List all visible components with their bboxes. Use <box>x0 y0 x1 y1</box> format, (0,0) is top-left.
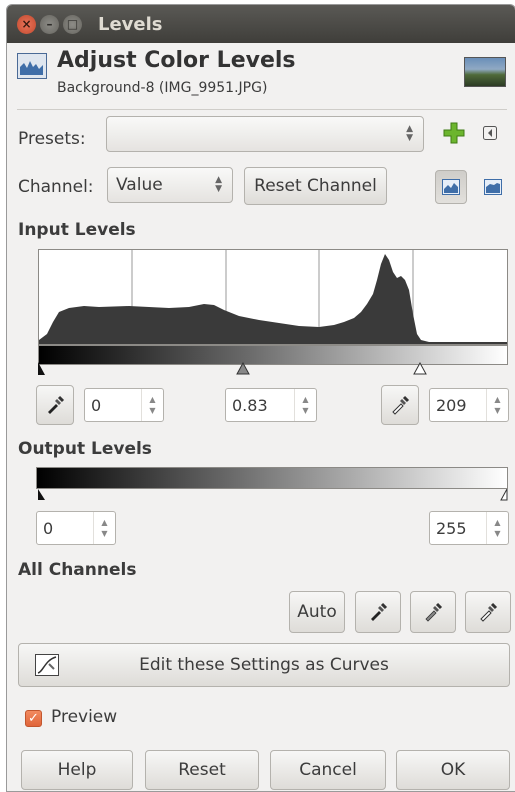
high-input-value: 209 <box>436 395 467 415</box>
ok-button[interactable]: OK <box>396 750 510 790</box>
low-output-value: 0 <box>43 518 54 538</box>
high-output-value: 255 <box>436 518 467 538</box>
pick-black-point-button[interactable] <box>36 385 74 425</box>
maximize-window-icon[interactable]: □ <box>63 14 82 34</box>
input-level-handles <box>38 361 427 375</box>
levels-dialog: × – □ Levels Adjust Color Levels Backgro… <box>6 4 515 792</box>
spinner-arrows-icon[interactable]: ▲ ▼ <box>141 389 163 421</box>
channel-combo[interactable]: Value ▲ ▼ <box>107 167 233 203</box>
image-name: Background-8 (IMG_9951.JPG) <box>57 80 268 96</box>
spinner-arrows-icon[interactable]: ▲ ▼ <box>486 389 508 421</box>
white-eyedropper-icon <box>392 395 410 415</box>
output-levels-heading: Output Levels <box>18 439 152 459</box>
gray-eyedropper-icon <box>425 602 443 622</box>
edit-as-curves-label: Edit these Settings as Curves <box>139 655 389 675</box>
add-preset-icon[interactable] <box>443 122 465 144</box>
combo-arrows-icon: ▲ ▼ <box>215 175 222 194</box>
preview-checkbox[interactable]: ✓ <box>25 710 42 727</box>
minimize-window-icon[interactable]: – <box>40 14 59 34</box>
pick-white-all-button[interactable] <box>465 591 511 633</box>
pick-white-point-button[interactable] <box>381 385 419 425</box>
black-eyedropper-icon <box>48 395 65 414</box>
output-level-handles <box>38 489 508 501</box>
logarithmic-histogram-icon <box>484 179 502 195</box>
cancel-button[interactable]: Cancel <box>270 750 386 790</box>
reset-channel-button[interactable]: Reset Channel <box>244 167 387 205</box>
white-point-handle-icon <box>413 361 427 375</box>
channel-value: Value <box>116 175 163 195</box>
curves-icon <box>35 654 59 676</box>
high-output-spinner[interactable]: 255 ▲ ▼ <box>429 511 509 545</box>
edit-as-curves-button[interactable]: Edit these Settings as Curves <box>18 643 510 687</box>
all-channels-heading: All Channels <box>18 560 137 580</box>
low-input-value: 0 <box>91 395 102 415</box>
black-point-handle-icon <box>38 362 45 375</box>
presets-label: Presets: <box>18 129 86 149</box>
image-thumbnail <box>464 57 506 87</box>
levels-icon <box>17 53 47 79</box>
spinner-arrows-icon[interactable]: ▲ ▼ <box>93 512 115 544</box>
high-input-spinner[interactable]: 209 ▲ ▼ <box>429 388 509 422</box>
spinner-arrows-icon[interactable]: ▲ ▼ <box>486 512 508 544</box>
input-levels-heading: Input Levels <box>18 220 136 240</box>
output-high-handle-icon <box>500 489 508 501</box>
linear-histogram-button[interactable] <box>435 170 467 204</box>
histogram-plot <box>39 250 507 344</box>
pick-gray-all-button[interactable] <box>410 591 456 633</box>
reset-button[interactable]: Reset <box>145 750 259 790</box>
preview-label: Preview <box>51 707 118 727</box>
linear-histogram-icon <box>442 179 460 195</box>
combo-arrows-icon: ▲ ▼ <box>406 124 413 143</box>
histogram <box>38 249 508 345</box>
white-eyedropper-icon <box>480 602 498 622</box>
window-title: Levels <box>98 13 163 35</box>
channel-label: Channel: <box>18 177 94 197</box>
spinner-arrows-icon[interactable]: ▲ ▼ <box>294 389 316 421</box>
output-low-handle-icon <box>38 489 45 500</box>
presets-menu-icon[interactable] <box>483 126 497 140</box>
output-levels-gradient <box>36 467 508 489</box>
help-button[interactable]: Help <box>21 750 133 790</box>
gamma-spinner[interactable]: 0.83 ▲ ▼ <box>225 388 317 422</box>
pick-black-all-button[interactable] <box>355 591 401 633</box>
gamma-value: 0.83 <box>232 395 268 415</box>
log-histogram-button[interactable] <box>477 170 509 204</box>
auto-button[interactable]: Auto <box>289 591 345 633</box>
title-bar: × – □ Levels <box>7 5 515 43</box>
close-window-icon[interactable]: × <box>17 14 36 34</box>
black-eyedropper-icon <box>371 602 388 621</box>
low-input-spinner[interactable]: 0 ▲ ▼ <box>84 388 164 422</box>
low-output-spinner[interactable]: 0 ▲ ▼ <box>36 511 116 545</box>
gamma-handle-icon <box>236 361 250 375</box>
dialog-title: Adjust Color Levels <box>57 48 296 73</box>
presets-combo[interactable]: ▲ ▼ <box>106 116 424 152</box>
header-divider <box>17 109 507 110</box>
